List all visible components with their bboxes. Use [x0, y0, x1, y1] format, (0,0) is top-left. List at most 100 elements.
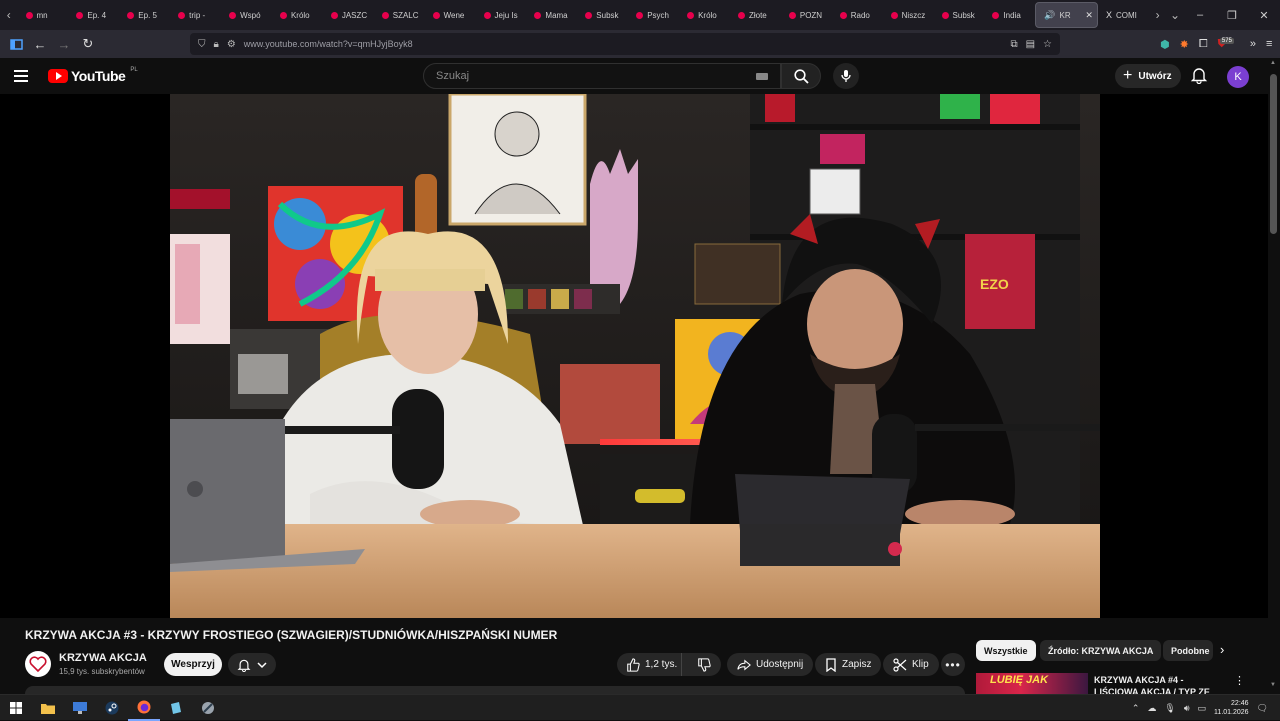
- browser-tab[interactable]: Królo: [272, 2, 323, 28]
- permissions-icon[interactable]: ⚙: [227, 39, 236, 50]
- browser-tab-active[interactable]: 🔊 KR ✕: [1035, 2, 1098, 28]
- notifications-dropdown-button[interactable]: [228, 653, 276, 676]
- voice-search-button[interactable]: [833, 63, 859, 89]
- browser-tab[interactable]: POZN: [781, 2, 832, 28]
- reader-view-icon[interactable]: ▤: [1026, 39, 1035, 50]
- avatar[interactable]: K: [1227, 66, 1249, 88]
- onedrive-cloud-icon[interactable]: ☁: [1147, 703, 1156, 714]
- page-scrollbar[interactable]: ▲ ▼: [1268, 58, 1280, 694]
- browser-tab[interactable]: Złote: [730, 2, 781, 28]
- restore-icon[interactable]: ❐: [1216, 9, 1248, 22]
- tab-favicon-icon: [890, 11, 898, 19]
- app-menu-icon[interactable]: ≡: [1266, 38, 1272, 50]
- browser-tab[interactable]: Niszcz: [883, 2, 934, 28]
- steam-icon[interactable]: [96, 695, 128, 721]
- tray-chevron-up-icon[interactable]: ⌃: [1132, 703, 1140, 714]
- overflow-chevron-icon[interactable]: »: [1250, 38, 1256, 50]
- tab-label: Rado: [850, 10, 870, 20]
- tool-app-icon[interactable]: [192, 695, 224, 721]
- recommended-video-title[interactable]: KRZYWA AKCJA #4 - LIŚCIOWA AKCJA / TYP Z…: [1094, 674, 1230, 694]
- tabs-scroll-left-icon[interactable]: ‹: [0, 0, 18, 30]
- extensions-puzzle-icon[interactable]: ⧠: [1199, 38, 1208, 51]
- browser-tab[interactable]: Wspó: [221, 2, 272, 28]
- volume-icon[interactable]: 🔊︎: [1184, 703, 1190, 714]
- sidebar-toggle-icon[interactable]: [4, 32, 28, 56]
- tabs-scroll-right-icon[interactable]: ›: [1149, 0, 1167, 30]
- youtube-logo[interactable]: YouTube PL: [48, 67, 138, 84]
- channel-avatar[interactable]: [25, 651, 51, 677]
- close-window-icon[interactable]: ✕: [1248, 9, 1280, 22]
- browser-tab[interactable]: trip -: [170, 2, 221, 28]
- recommended-video-thumbnail[interactable]: LUBIĘ JAK: [976, 673, 1088, 695]
- tab-favicon-icon: [585, 11, 593, 19]
- browser-tab[interactable]: Rado: [832, 2, 883, 28]
- picture-in-picture-icon[interactable]: ⧉: [1010, 39, 1017, 50]
- bookmark-star-icon[interactable]: ☆: [1043, 39, 1052, 50]
- save-button[interactable]: Zapisz: [815, 653, 882, 676]
- windows-start-icon[interactable]: [0, 695, 32, 721]
- reload-icon[interactable]: ↻: [76, 32, 100, 56]
- minimize-icon[interactable]: –: [1184, 9, 1216, 22]
- logo-text: YouTube: [71, 68, 126, 84]
- more-actions-button[interactable]: •••: [941, 653, 965, 676]
- like-dislike-group: 1,2 tys.: [617, 653, 721, 676]
- scrollbar-thumb[interactable]: [1270, 74, 1277, 234]
- browser-tab[interactable]: Królo: [679, 2, 730, 28]
- browser-tab[interactable]: Subsk: [577, 2, 628, 28]
- notifications-bell-icon[interactable]: [1190, 66, 1210, 86]
- browser-tab[interactable]: Jeju Is: [476, 2, 527, 28]
- browser-tab[interactable]: X COMI: [1098, 2, 1149, 28]
- tab-list-chevron-down-icon[interactable]: ⌄: [1166, 0, 1184, 30]
- browser-tab[interactable]: SZALC: [374, 2, 425, 28]
- scroll-down-icon[interactable]: ▼: [1270, 682, 1276, 688]
- network-icon[interactable]: ▭: [1198, 703, 1207, 714]
- notes-app-icon[interactable]: [160, 695, 192, 721]
- browser-tab[interactable]: Psych: [628, 2, 679, 28]
- browser-tab[interactable]: Subsk: [934, 2, 985, 28]
- clock-date: 11.01.2026: [1214, 709, 1249, 716]
- browser-tab[interactable]: Ep. 5: [119, 2, 170, 28]
- speaker-icon[interactable]: 🔊: [1044, 10, 1055, 21]
- keyboard-icon[interactable]: [756, 72, 768, 80]
- ublock-extension-icon[interactable]: ⛊575: [1218, 37, 1240, 51]
- video-frame[interactable]: EZO: [170, 94, 1100, 618]
- browser-tab[interactable]: Wene: [425, 2, 476, 28]
- support-button[interactable]: Wesprzyj: [164, 653, 222, 676]
- search-input[interactable]: Szukaj: [423, 63, 781, 89]
- channel-name[interactable]: KRZYWA AKCJA: [59, 652, 147, 664]
- privacy-extension-icon[interactable]: ⬢: [1160, 38, 1170, 51]
- browser-tab[interactable]: mn: [18, 2, 69, 28]
- chip-all[interactable]: Wszystkie: [976, 640, 1036, 661]
- chip-similar[interactable]: Podobne: [1163, 640, 1213, 661]
- search-button[interactable]: [781, 63, 821, 89]
- browser-tab[interactable]: Mama: [526, 2, 577, 28]
- chip-from-channel[interactable]: Źródło: KRZYWA AKCJA: [1040, 640, 1162, 661]
- like-button[interactable]: 1,2 tys.: [617, 653, 682, 676]
- url-text[interactable]: www.youtube.com/watch?v=qmHJyjBoyk8: [244, 39, 413, 49]
- microphone-tray-icon[interactable]: 🎙︎: [1164, 703, 1175, 714]
- back-arrow-icon[interactable]: ←: [28, 32, 52, 56]
- clock[interactable]: 22:46 11.01.2026: [1214, 699, 1249, 717]
- lock-icon[interactable]: 🔒︎: [214, 39, 219, 50]
- monitor-app-icon[interactable]: [64, 695, 96, 721]
- guide-menu-icon[interactable]: [14, 66, 34, 86]
- chevron-right-icon[interactable]: ›: [1220, 642, 1224, 657]
- file-explorer-icon[interactable]: [32, 695, 64, 721]
- scroll-up-icon[interactable]: ▲: [1270, 60, 1276, 66]
- clip-button[interactable]: Klip: [883, 653, 939, 676]
- create-button[interactable]: + Utwórz: [1115, 64, 1181, 88]
- close-tab-icon[interactable]: ✕: [1085, 10, 1093, 21]
- dislike-button[interactable]: [687, 653, 721, 676]
- firefox-icon[interactable]: [128, 695, 160, 721]
- shield-icon[interactable]: ⛉: [198, 39, 206, 50]
- fox-extension-icon[interactable]: ✸: [1180, 38, 1189, 51]
- browser-tab[interactable]: JASZC: [323, 2, 374, 28]
- browser-tab[interactable]: India: [984, 2, 1035, 28]
- forward-arrow-icon[interactable]: →: [52, 32, 76, 56]
- more-vertical-icon[interactable]: ⋮: [1234, 674, 1245, 687]
- url-input[interactable]: ⛉ 🔒︎ ⚙ www.youtube.com/watch?v=qmHJyjBoy…: [190, 33, 1060, 55]
- notification-center-icon[interactable]: 🗨︎: [1257, 703, 1268, 714]
- browser-tab[interactable]: Ep. 4: [68, 2, 119, 28]
- share-button[interactable]: Udostępnij: [727, 653, 814, 676]
- video-player[interactable]: EZO: [0, 94, 1268, 618]
